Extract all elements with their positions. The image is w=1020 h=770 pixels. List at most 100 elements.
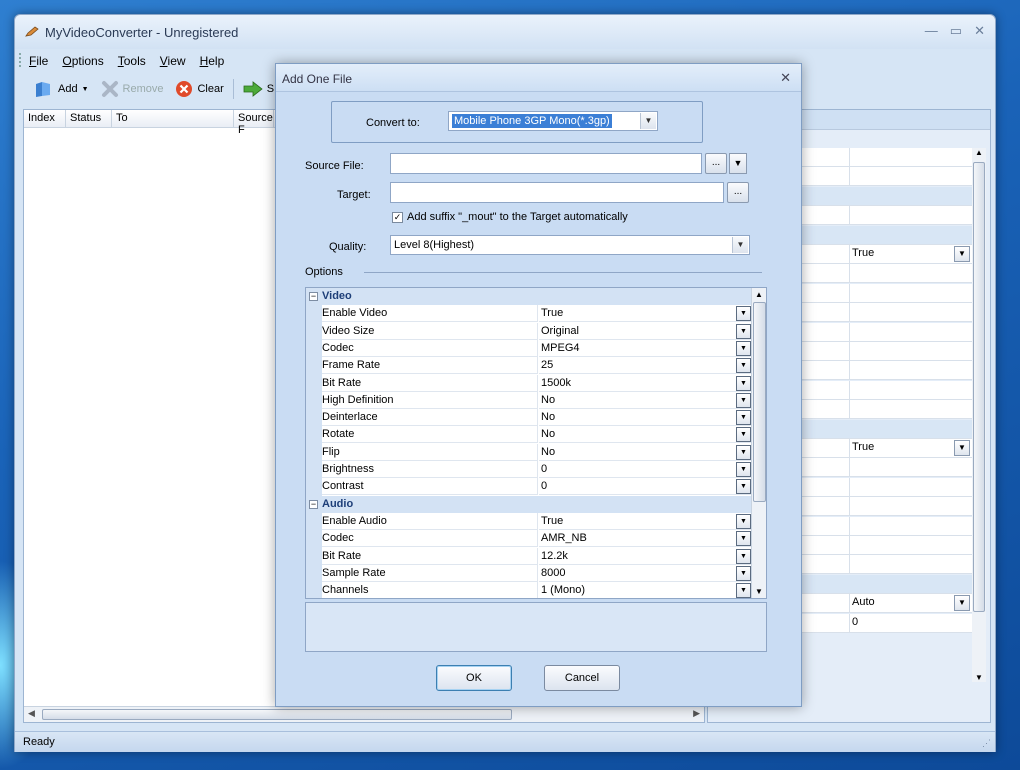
option-row[interactable]: Codec MPEG4 ▼: [306, 339, 752, 357]
source-browse-button[interactable]: ...: [705, 153, 727, 174]
option-value[interactable]: 1 (Mono) ▼: [539, 582, 752, 598]
menu-file[interactable]: File: [29, 54, 48, 68]
chevron-down-icon[interactable]: ▼: [954, 595, 970, 612]
cancel-button[interactable]: Cancel: [544, 665, 620, 691]
option-row[interactable]: Bit Rate 12.2k ▼: [306, 547, 752, 565]
scroll-left-icon[interactable]: ◀: [28, 708, 35, 719]
option-value[interactable]: No ▼: [539, 444, 752, 461]
option-value[interactable]: AMR_NB ▼: [539, 530, 752, 548]
option-value[interactable]: True ▼: [539, 513, 752, 530]
chevron-down-icon[interactable]: ▼: [736, 323, 751, 339]
scroll-up-icon[interactable]: ▲: [975, 148, 983, 157]
menu-view[interactable]: View: [160, 54, 186, 68]
option-value[interactable]: 0 ▼: [539, 461, 752, 478]
group-audio[interactable]: − Audio: [306, 495, 752, 513]
option-row[interactable]: Bit Rate 1500k ▼: [306, 374, 752, 392]
option-value[interactable]: 1500k ▼: [539, 375, 752, 392]
option-row[interactable]: Deinterlace No ▼: [306, 409, 752, 427]
chevron-down-icon[interactable]: ▼: [736, 444, 751, 460]
chevron-down-icon[interactable]: ▼: [736, 410, 751, 426]
properties-scrollbar[interactable]: ▲ ▼: [972, 148, 986, 682]
option-row[interactable]: Codec AMR_NB ▼: [306, 530, 752, 548]
status-bar: Ready ⋰: [15, 731, 995, 752]
add-suffix-checkbox[interactable]: ✓: [392, 212, 403, 223]
option-value[interactable]: True ▼: [539, 305, 752, 323]
chevron-down-icon[interactable]: ▼: [736, 375, 751, 391]
title-bar[interactable]: MyVideoConverter - Unregistered — ▭ ✕: [15, 15, 995, 49]
chevron-down-icon[interactable]: ▼: [736, 531, 751, 547]
dialog-title-bar[interactable]: Add One File ✕: [276, 64, 801, 92]
options-scroll-thumb[interactable]: [753, 302, 766, 502]
option-row[interactable]: Flip No ▼: [306, 443, 752, 461]
column-header-1[interactable]: Status: [66, 110, 112, 127]
menu-help[interactable]: Help: [200, 54, 225, 68]
properties-scroll-thumb[interactable]: [973, 162, 985, 612]
option-row[interactable]: Video Size Original ▼: [306, 322, 752, 340]
chevron-down-icon[interactable]: ▼: [736, 479, 751, 495]
remove-button[interactable]: Remove: [98, 78, 167, 100]
maximize-button[interactable]: ▭: [950, 23, 962, 39]
column-header-0[interactable]: Index: [24, 110, 66, 127]
chevron-down-icon[interactable]: ▼: [736, 565, 751, 581]
chevron-down-icon[interactable]: ▼: [736, 306, 751, 322]
option-value[interactable]: MPEG4 ▼: [539, 340, 752, 357]
source-file-input[interactable]: [390, 153, 702, 174]
option-value[interactable]: Original ▼: [539, 323, 752, 340]
close-button[interactable]: ✕: [974, 23, 985, 39]
chevron-down-icon[interactable]: ▼: [736, 340, 751, 356]
option-value[interactable]: 8000 ▼: [539, 565, 752, 582]
menu-options[interactable]: Options: [62, 54, 103, 68]
option-value[interactable]: 0 ▼: [539, 478, 752, 496]
option-row[interactable]: Brightness 0 ▼: [306, 461, 752, 478]
collapse-icon[interactable]: −: [309, 499, 318, 509]
chevron-down-icon[interactable]: ▼: [640, 113, 656, 129]
options-scrollbar[interactable]: ▲ ▼: [751, 288, 766, 598]
option-row[interactable]: Contrast 0 ▼: [306, 478, 752, 496]
target-input[interactable]: [390, 182, 724, 203]
option-row[interactable]: Frame Rate 25 ▼: [306, 357, 752, 375]
chevron-down-icon[interactable]: ▼: [736, 513, 751, 529]
dialog-close-button[interactable]: ✕: [780, 70, 791, 86]
clear-button[interactable]: Clear: [172, 78, 226, 100]
minimize-button[interactable]: —: [925, 23, 938, 39]
scroll-down-icon[interactable]: ▼: [755, 587, 763, 596]
group-video[interactable]: − Video: [306, 288, 752, 305]
menu-tools[interactable]: Tools: [118, 54, 146, 68]
column-header-2[interactable]: To: [112, 110, 234, 127]
option-row[interactable]: High Definition No ▼: [306, 391, 752, 409]
chevron-down-icon[interactable]: ▼: [732, 237, 748, 253]
chevron-down-icon[interactable]: ▼: [954, 440, 970, 456]
option-row[interactable]: Rotate No ▼: [306, 426, 752, 444]
resize-grip-icon[interactable]: ⋰: [982, 738, 991, 749]
option-value[interactable]: No ▼: [539, 426, 752, 444]
option-value[interactable]: No ▼: [539, 392, 752, 409]
chevron-down-icon[interactable]: ▼: [736, 462, 751, 477]
quality-select[interactable]: Level 8(Highest) ▼: [390, 235, 750, 255]
option-row[interactable]: Channels 1 (Mono) ▼: [306, 582, 752, 598]
start-button[interactable]: S: [240, 78, 277, 100]
option-value[interactable]: No ▼: [539, 409, 752, 427]
scroll-thumb[interactable]: [42, 709, 512, 720]
column-header-3[interactable]: Source F: [234, 110, 274, 136]
option-row[interactable]: Enable Video True ▼: [306, 305, 752, 323]
chevron-down-icon[interactable]: ▼: [954, 246, 970, 262]
chevron-down-icon[interactable]: ▼: [736, 583, 751, 598]
chevron-down-icon[interactable]: ▼: [736, 548, 751, 564]
option-row[interactable]: Sample Rate 8000 ▼: [306, 564, 752, 582]
convert-to-select[interactable]: Mobile Phone 3GP Mono(*.3gp) ▼: [448, 111, 658, 131]
chevron-down-icon[interactable]: ▼: [736, 392, 751, 408]
source-dropdown-button[interactable]: ▼: [729, 153, 747, 174]
option-value[interactable]: 25 ▼: [539, 357, 752, 375]
scroll-right-icon[interactable]: ▶: [693, 708, 700, 719]
chevron-down-icon[interactable]: ▼: [736, 358, 751, 374]
collapse-icon[interactable]: −: [309, 292, 318, 301]
add-button[interactable]: Add ▼: [31, 78, 92, 100]
option-row[interactable]: Enable Audio True ▼: [306, 512, 752, 530]
horizontal-scrollbar[interactable]: ◀ ▶: [24, 706, 704, 722]
chevron-down-icon[interactable]: ▼: [736, 427, 751, 443]
scroll-down-icon[interactable]: ▼: [975, 673, 983, 682]
option-value[interactable]: 12.2k ▼: [539, 548, 752, 565]
scroll-up-icon[interactable]: ▲: [755, 290, 763, 299]
target-browse-button[interactable]: ...: [727, 182, 749, 203]
ok-button[interactable]: OK: [436, 665, 512, 691]
